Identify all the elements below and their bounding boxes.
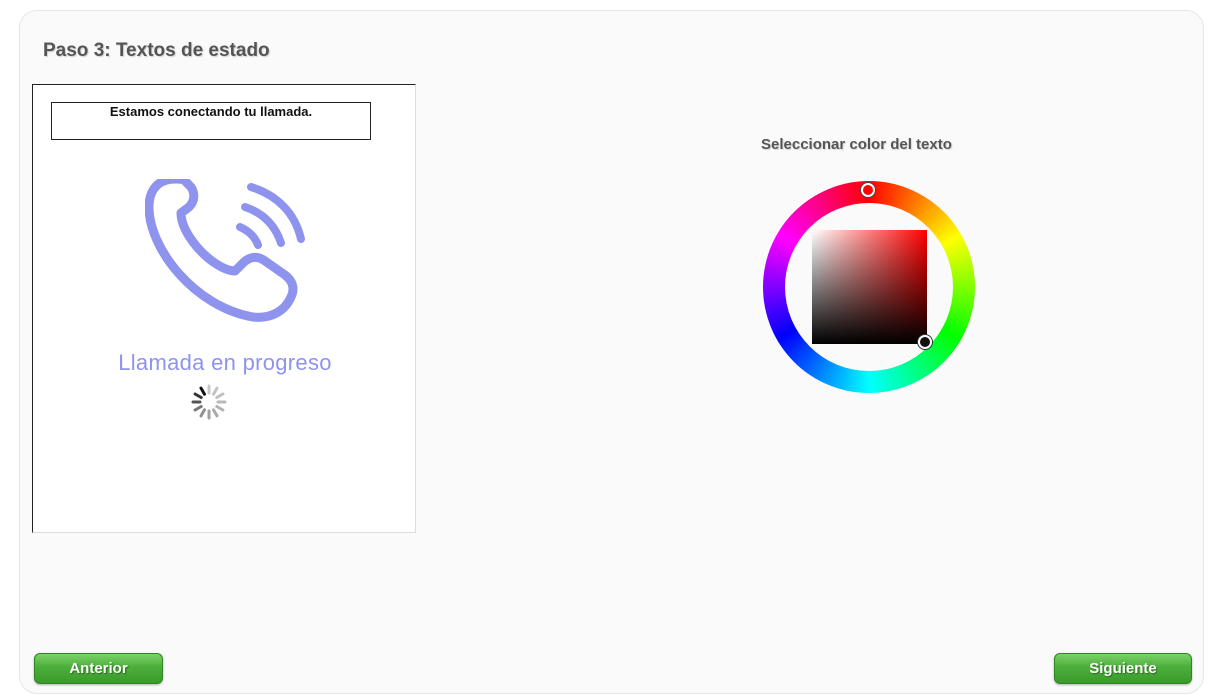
call-preview: Estamos conectando tu llamada. Llamada e… <box>32 84 416 533</box>
color-selector-handle[interactable] <box>918 335 932 349</box>
phone-calling-icon <box>145 179 305 322</box>
call-progress-text: Llamada en progreso <box>118 350 332 375</box>
color-picker-label: Seleccionar color del texto <box>761 136 952 153</box>
previous-button[interactable]: Anterior <box>34 653 163 684</box>
saturation-value-square[interactable] <box>812 230 927 344</box>
hue-selector-handle[interactable] <box>861 183 875 197</box>
page-title: Paso 3: Textos de estado <box>43 40 270 61</box>
loading-spinner-icon <box>191 384 227 420</box>
next-button[interactable]: Siguiente <box>1054 653 1192 684</box>
status-text-box[interactable]: Estamos conectando tu llamada. <box>51 102 371 140</box>
